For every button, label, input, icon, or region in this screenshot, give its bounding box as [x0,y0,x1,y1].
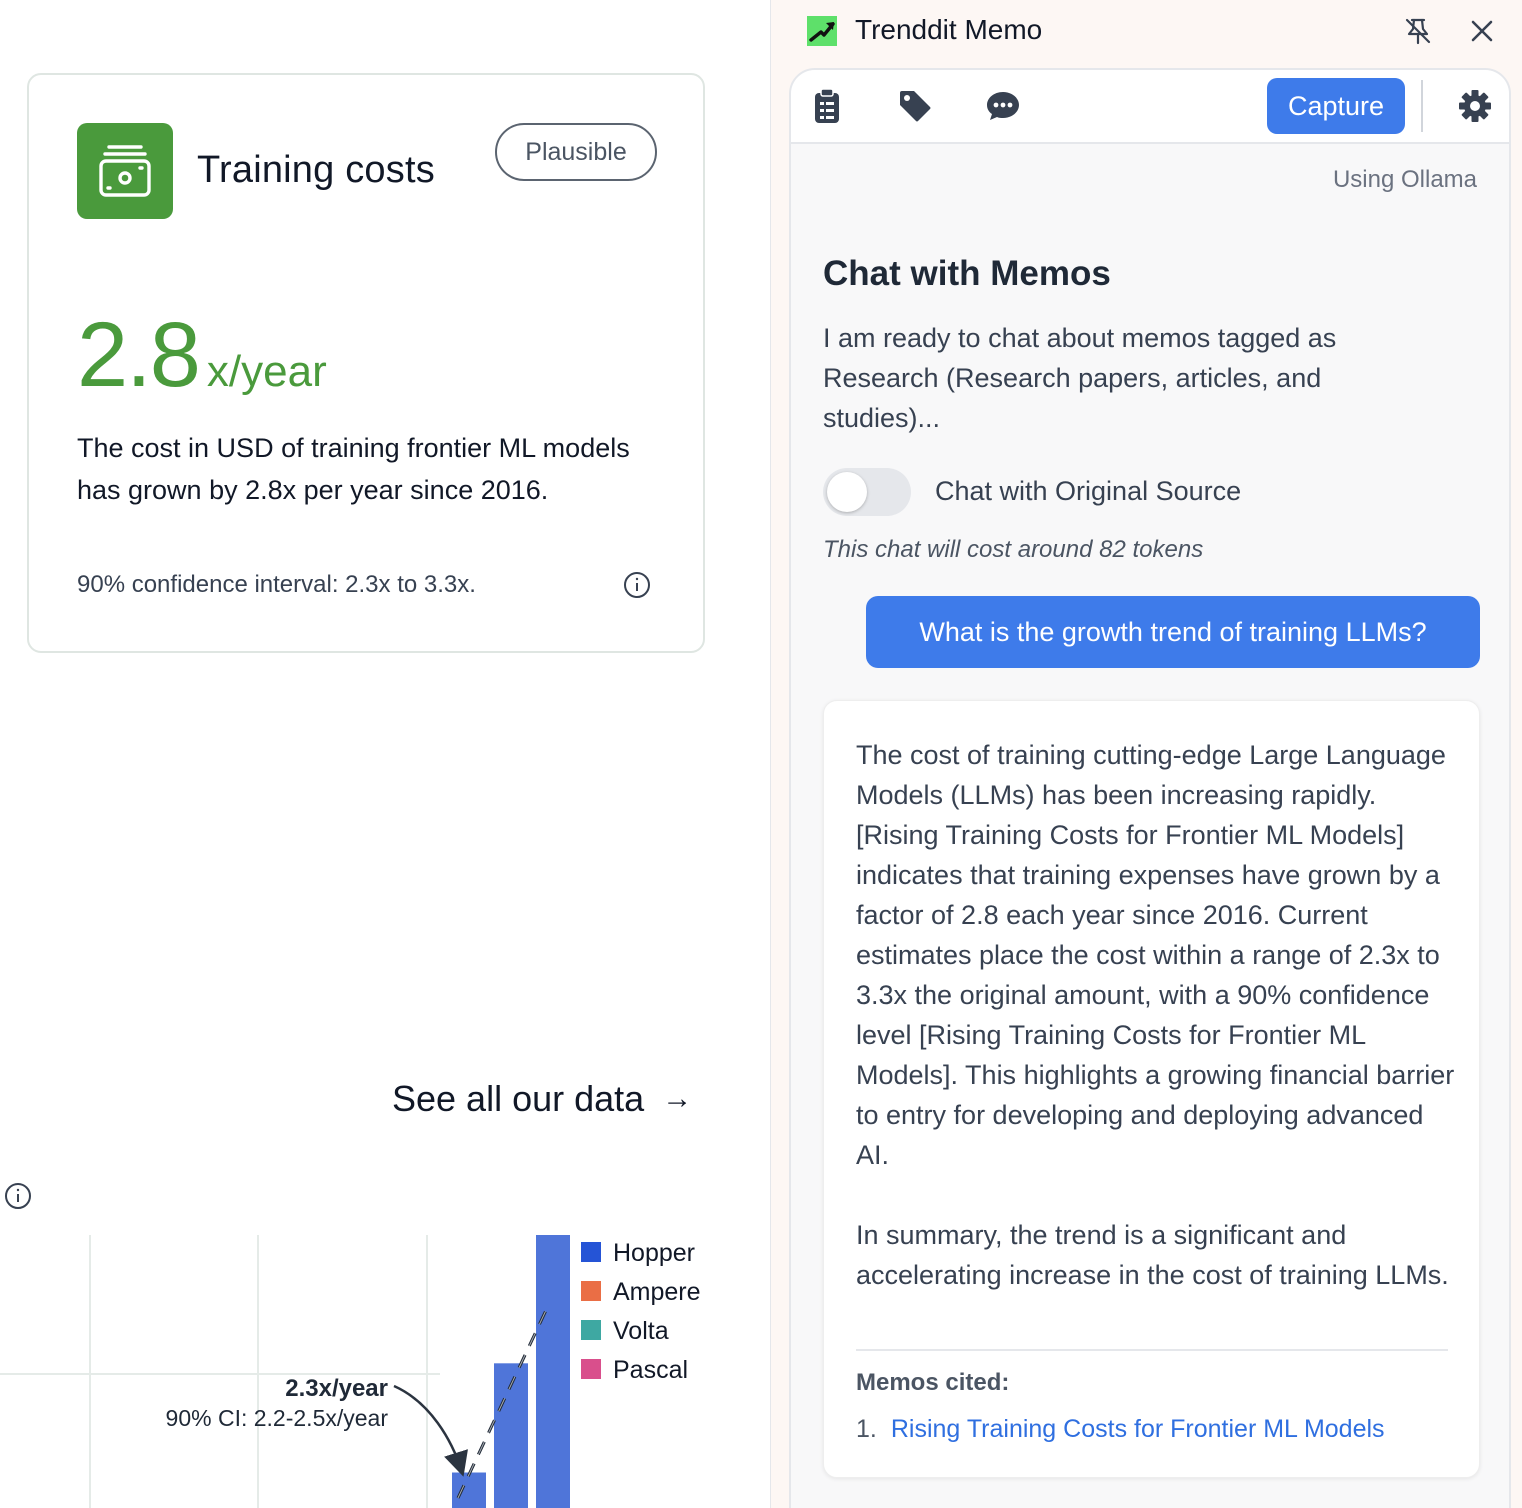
legend-swatch [581,1281,601,1301]
original-source-toggle[interactable] [823,468,911,516]
panel-body: Capture Using Ollama Chat with Memos I a… [789,68,1511,1508]
toolbar: Capture [791,70,1509,144]
answer-divider [856,1349,1448,1351]
metric-value: 2.8 [77,304,201,406]
legend-swatch [581,1242,601,1262]
training-costs-card: Training costs Plausible 2.8 x/year The c… [27,73,705,653]
wallet-icon [77,123,173,219]
screen: Training costs Plausible 2.8 x/year The c… [0,0,1522,1508]
capture-button[interactable]: Capture [1267,78,1405,134]
toggle-knob [827,472,867,512]
app-title: Trenddit Memo [855,14,1043,45]
answer-paragraph: The cost of training cutting-edge Large … [856,740,1455,1170]
unpin-icon[interactable] [1401,14,1435,48]
model-status: Using Ollama [1332,166,1477,193]
plausible-badge[interactable]: Plausible [495,123,657,181]
see-all-data-link[interactable]: See all our data → [392,1078,692,1120]
trenddit-logo-icon [807,16,837,46]
confidence-interval: 90% confidence interval: 2.3x to 3.3x. [77,571,476,598]
chat-heading: Chat with Memos [823,254,1111,293]
metric: 2.8 x/year [77,303,327,408]
tag-icon[interactable] [897,88,933,124]
legend-label: Pascal [613,1356,688,1384]
card-title: Training costs [197,149,435,191]
cited-memo-link[interactable]: Rising Training Costs for Frontier ML Mo… [891,1415,1385,1443]
chat-intro: I am ready to chat about memos tagged as… [823,323,1337,433]
chat-icon[interactable] [985,88,1021,124]
user-message: What is the growth trend of training LLM… [866,596,1480,668]
card-description: The cost in USD of training frontier ML … [77,433,630,505]
info-icon[interactable] [623,571,651,599]
legend-label: Ampere [613,1278,701,1306]
assistant-answer: The cost of training cutting-edge Large … [823,700,1480,1478]
side-panel: Trenddit Memo Capture Using Ollama Chat … [771,0,1522,1508]
see-all-label: See all our data [392,1078,645,1119]
gear-icon[interactable] [1457,88,1493,124]
metric-unit: x/year [206,347,327,396]
panel-header: Trenddit Memo [771,0,1522,62]
annotation-ci: 90% CI: 2.2-2.5x/year [166,1405,389,1431]
chart-bar [536,1235,570,1508]
annotation-rate: 2.3x/year [285,1375,388,1402]
clipboard-icon[interactable] [809,88,845,124]
answer-summary: In summary, the trend is a significant a… [856,1220,1449,1290]
token-cost-note: This chat will cost around 82 tokens [823,536,1204,563]
arrow-right-icon: → [662,1082,693,1115]
legend-label: Hopper [613,1239,695,1267]
legend-swatch [581,1359,601,1379]
legend-label: Volta [613,1317,669,1345]
toolbar-separator [1421,80,1423,132]
cited-item: 1. Rising Training Costs for Frontier ML … [856,1415,1385,1444]
cited-heading: Memos cited: [856,1369,1010,1396]
legend-swatch [581,1320,601,1340]
chart-bar [452,1472,486,1508]
gpu-chart: 2.3x/year 90% CI: 2.2-2.5x/year Hopper Am… [0,1235,701,1508]
toggle-label: Chat with Original Source [935,476,1242,506]
cited-number: 1. [856,1415,877,1443]
web-page: Training costs Plausible 2.8 x/year The c… [0,0,770,1508]
close-icon[interactable] [1465,14,1499,48]
